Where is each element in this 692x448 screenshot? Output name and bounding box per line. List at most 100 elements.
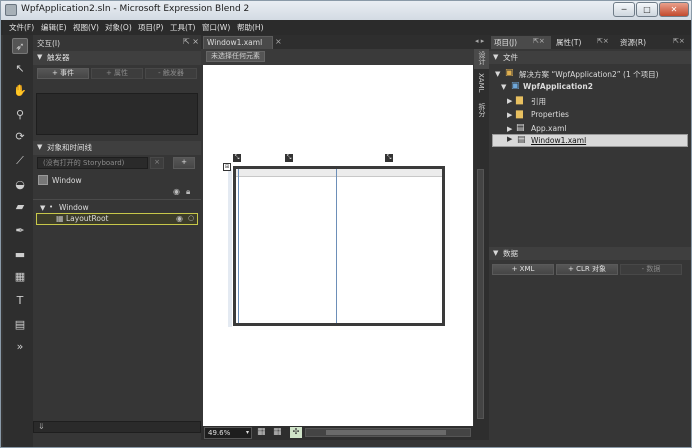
app-xaml-item[interactable]: App.xaml: [531, 124, 566, 133]
solution-item[interactable]: 解决方案 “WpfApplication2” (1 个项目): [519, 69, 659, 80]
status-bar: 49.6% ▾ ▦ ▦ ✣: [201, 426, 489, 440]
objects-timeline-header[interactable]: ▼ 对象和时间线: [33, 141, 201, 155]
window1-xaml-item[interactable]: ▶ ▤ Window1.xaml: [492, 134, 688, 147]
rectangle-tool-icon[interactable]: ▬: [12, 247, 28, 263]
pin-down-icon[interactable]: ⇓: [38, 422, 45, 431]
menu-object[interactable]: 对象(O): [105, 22, 132, 33]
horizontal-scrollbar[interactable]: [305, 428, 471, 437]
resize-handle-top[interactable]: ⤡: [285, 154, 293, 162]
properties-item[interactable]: Properties: [531, 110, 569, 119]
minimize-button[interactable]: ─: [613, 2, 635, 17]
direct-selection-tool-icon[interactable]: ↖: [12, 61, 28, 77]
tree-item-window[interactable]: Window: [59, 203, 89, 212]
divider: [33, 199, 201, 200]
zoom-field[interactable]: 49.6% ▾: [204, 427, 252, 439]
maximize-button[interactable]: □: [636, 2, 658, 17]
tab-project[interactable]: 项目(J) ⇱×: [491, 36, 551, 49]
brush-transform-tool-icon[interactable]: ▰: [12, 199, 28, 215]
close-storyboard-button[interactable]: ×: [150, 157, 164, 169]
tab-xaml[interactable]: XAML: [474, 71, 489, 99]
grid-mode-icon[interactable]: ⊞: [223, 163, 231, 171]
tab-design-label: 设计: [478, 51, 486, 65]
menu-help[interactable]: 帮助(H): [237, 22, 264, 33]
properties-pin-icon[interactable]: ⇱×: [597, 37, 609, 45]
add-event-button[interactable]: + 事件: [37, 68, 89, 79]
eyedropper-tool-icon[interactable]: ⟋: [12, 153, 28, 169]
grid-element-icon: ▦: [56, 214, 64, 223]
collapse-files-icon: ▼: [493, 53, 499, 61]
lock-icon[interactable]: 🔒︎: [186, 187, 190, 197]
expand-window1-icon[interactable]: ▶: [507, 135, 512, 143]
collapse-triggers-icon: ▼: [37, 53, 43, 61]
solution-icon: ▣: [505, 68, 514, 78]
new-storyboard-button[interactable]: +: [173, 157, 195, 169]
references-item[interactable]: 引用: [531, 96, 546, 107]
tab-list-icon[interactable]: ◂ ▸: [475, 37, 484, 45]
add-property-button[interactable]: + 属性: [91, 68, 143, 79]
triggers-header[interactable]: ▼ 触发器: [33, 51, 201, 65]
panel-pin-icon[interactable]: ⇱ ×: [183, 37, 199, 46]
asset-library-icon[interactable]: »: [12, 339, 28, 355]
resize-handle-topleft[interactable]: ⤡: [233, 154, 241, 162]
tree-item-layoutroot[interactable]: ▦ LayoutRoot ◉ ○: [36, 213, 198, 225]
menu-view[interactable]: 视图(V): [73, 22, 99, 33]
triggers-title: 触发器: [47, 53, 70, 62]
text-tool-icon[interactable]: T: [12, 293, 28, 309]
layoutroot-lock-icon[interactable]: ○: [188, 214, 194, 222]
tab-design[interactable]: 设计: [474, 49, 489, 69]
data-header[interactable]: ▼ 数据: [489, 247, 691, 260]
breadcrumb[interactable]: 未选择任何元素: [206, 51, 265, 62]
timeline-footer: ⇓: [33, 421, 201, 433]
add-xml-button[interactable]: + XML: [492, 264, 554, 275]
storyboard-picker[interactable]: (没有打开的 Storyboard): [37, 157, 148, 169]
pan-tool-icon[interactable]: ✋: [12, 83, 28, 99]
close-button[interactable]: ✕: [659, 2, 689, 17]
zoom-dropdown-icon[interactable]: ▾: [246, 428, 249, 438]
show-grid-icon[interactable]: ▦: [257, 427, 266, 437]
tab-window1-xaml[interactable]: Window1.xaml: [203, 36, 273, 49]
menu-project[interactable]: 项目(P): [138, 22, 163, 33]
resources-pin-icon[interactable]: ⇱×: [673, 37, 685, 45]
remove-trigger-button[interactable]: - 触发器: [145, 68, 197, 79]
add-clr-object-button[interactable]: + CLR 对象: [556, 264, 618, 275]
collapse-objects-icon: ▼: [37, 143, 43, 151]
expand-window-icon[interactable]: ▼: [40, 204, 45, 212]
paint-bucket-tool-icon[interactable]: ◒: [12, 177, 28, 193]
expand-properties-icon[interactable]: ▶: [507, 111, 512, 119]
window-chrome: [236, 169, 442, 177]
zoom-tool-icon[interactable]: ⚲: [12, 107, 28, 123]
selection-tool-icon[interactable]: ➶: [12, 38, 28, 54]
menu-bar: 文件(F) 编辑(E) 视图(V) 对象(O) 项目(P) 工具(T) 窗口(W…: [1, 20, 691, 35]
expand-references-icon[interactable]: ▶: [507, 97, 512, 105]
visibility-eye-icon[interactable]: ◉: [173, 187, 180, 196]
resize-handle-topright[interactable]: ⤡: [385, 154, 393, 162]
files-header[interactable]: ▼ 文件: [489, 51, 691, 64]
camera-orbit-tool-icon[interactable]: ⟳: [12, 129, 28, 145]
scroll-thumb[interactable]: [326, 430, 446, 435]
menu-file[interactable]: 文件(F): [9, 22, 34, 33]
menu-edit[interactable]: 编辑(E): [41, 22, 67, 33]
remove-data-button[interactable]: - 数据: [620, 264, 682, 275]
grid-tool-icon[interactable]: ▦: [12, 269, 28, 285]
expand-appxaml-icon[interactable]: ▶: [507, 125, 512, 133]
expand-solution-icon[interactable]: ▼: [495, 70, 500, 78]
grid-column-divider[interactable]: [336, 169, 337, 323]
menu-tools[interactable]: 工具(T): [170, 22, 195, 33]
layoutroot-eye-icon[interactable]: ◉: [176, 214, 183, 223]
project-item[interactable]: WpfApplication2: [523, 82, 593, 91]
pen-tool-icon[interactable]: ✒: [12, 223, 28, 239]
menu-window[interactable]: 窗口(W): [202, 22, 230, 33]
snap-grid-icon[interactable]: ▦: [273, 427, 282, 437]
window-design-surface[interactable]: [233, 166, 445, 326]
expand-project-icon[interactable]: ▼: [501, 83, 506, 91]
project-pin-icon[interactable]: ⇱×: [533, 37, 545, 45]
grid-row-ruler[interactable]: [228, 169, 232, 327]
close-tab-icon[interactable]: ×: [275, 37, 282, 46]
vertical-scrollbar[interactable]: [477, 169, 484, 419]
tab-resources[interactable]: 资源(R) ⇱×: [617, 36, 689, 49]
controls-tool-icon[interactable]: ▤: [12, 317, 28, 333]
effects-icon[interactable]: ✣: [290, 427, 302, 438]
tab-properties[interactable]: 属性(T) ⇱×: [553, 36, 615, 49]
tab-split[interactable]: 拆分: [474, 101, 489, 121]
zoom-value: 49.6%: [208, 429, 231, 437]
